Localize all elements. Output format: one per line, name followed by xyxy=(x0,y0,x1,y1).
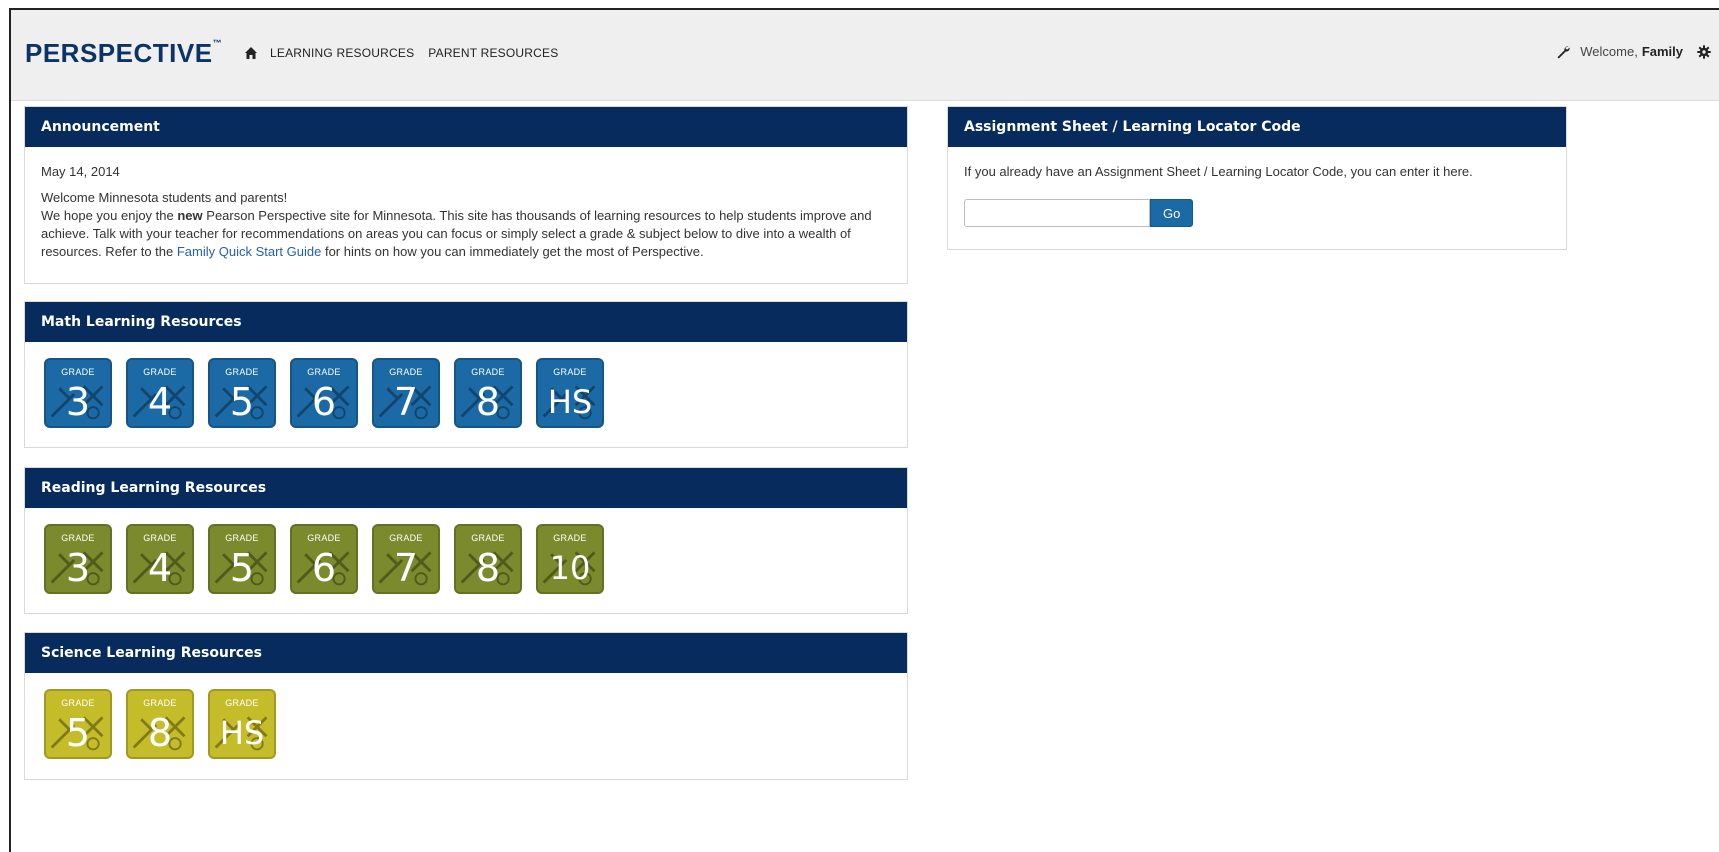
reading-grade-tile[interactable]: GRADE 8 xyxy=(454,524,522,594)
announcement-line-2: We hope you enjoy the new Pearson Perspe… xyxy=(41,207,891,261)
reading-tile-grade-number: 3 xyxy=(65,546,91,590)
reading-grade-tile[interactable]: GRADE 5 xyxy=(208,524,276,594)
science-tile-grade-number: HS xyxy=(219,714,265,752)
math-tile-grade-label: GRADE xyxy=(307,367,341,377)
science-grade-tiles: GRADE 5 GRADE 8 GRADE HS xyxy=(25,673,907,759)
reading-grade-tile[interactable]: GRADE 6 xyxy=(290,524,358,594)
math-resources-panel: Math Learning Resources GRADE 3 GRADE 4 GRAD… xyxy=(24,301,908,448)
announcement-text-part: We hope you enjoy the xyxy=(41,208,178,223)
math-grade-tile[interactable]: GRADE 5 xyxy=(208,358,276,428)
main-nav: LEARNING RESOURCES PARENT RESOURCES xyxy=(244,46,572,60)
science-tile-grade-label: GRADE xyxy=(61,698,95,708)
nav-learning-resources[interactable]: LEARNING RESOURCES xyxy=(270,46,414,60)
reading-grade-tile[interactable]: GRADE 7 xyxy=(372,524,440,594)
reading-tile-grade-label: GRADE xyxy=(389,533,423,543)
reading-grade-tiles: GRADE 3 GRADE 4 GRADE 5 GRADE 6 GRADE 7 GRADE 8 GRAD… xyxy=(25,508,907,594)
reading-tile-grade-label: GRADE xyxy=(143,533,177,543)
math-grade-tile[interactable]: GRADE 7 xyxy=(372,358,440,428)
reading-tile-grade-label: GRADE xyxy=(225,533,259,543)
reading-resources-panel: Reading Learning Resources GRADE 3 GRADE 4 G… xyxy=(24,467,908,614)
math-tile-grade-label: GRADE xyxy=(225,367,259,377)
science-tile-grade-label: GRADE xyxy=(225,698,259,708)
announcement-new-bold: new xyxy=(177,208,203,223)
announcement-title: Announcement xyxy=(25,107,907,147)
math-tile-grade-number: 5 xyxy=(229,380,255,424)
welcome-text: Welcome, xyxy=(1580,44,1638,59)
math-grade-tile[interactable]: GRADE HS xyxy=(536,358,604,428)
reading-resources-title: Reading Learning Resources xyxy=(25,468,907,508)
assignment-code-title: Assignment Sheet / Learning Locator Code xyxy=(948,107,1566,147)
science-tile-grade-label: GRADE xyxy=(143,698,177,708)
reading-grade-tile[interactable]: GRADE 10 xyxy=(536,524,604,594)
math-tile-grade-label: GRADE xyxy=(61,367,95,377)
math-grade-tiles: GRADE 3 GRADE 4 GRADE 5 GRADE 6 GRADE 7 GRADE 8 GRAD… xyxy=(25,342,907,428)
math-tile-grade-label: GRADE xyxy=(389,367,423,377)
announcement-text: Welcome Minnesota students and parents! … xyxy=(41,189,891,261)
science-grade-tile[interactable]: GRADE 8 xyxy=(126,689,194,759)
science-tile-grade-number: 5 xyxy=(65,711,91,755)
go-button[interactable]: Go xyxy=(1150,199,1194,227)
assignment-code-panel: Assignment Sheet / Learning Locator Code… xyxy=(947,106,1567,250)
page-frame: PERSPECTIVE™ LEARNING RESOURCES PARENT R… xyxy=(9,8,1719,852)
reading-grade-tile[interactable]: GRADE 4 xyxy=(126,524,194,594)
reading-tile-grade-number: 4 xyxy=(147,546,173,590)
gear-icon[interactable] xyxy=(1697,44,1711,59)
perspective-logo[interactable]: PERSPECTIVE™ xyxy=(25,38,222,69)
wrench-icon[interactable] xyxy=(1556,45,1570,59)
reading-tile-grade-label: GRADE xyxy=(553,533,587,543)
user-box: Welcome, Family xyxy=(1556,44,1711,59)
reading-tile-grade-label: GRADE xyxy=(61,533,95,543)
science-grade-tile[interactable]: GRADE HS xyxy=(208,689,276,759)
math-tile-grade-number: 4 xyxy=(147,380,173,424)
reading-tile-grade-number: 10 xyxy=(549,549,591,587)
top-bar: PERSPECTIVE™ LEARNING RESOURCES PARENT R… xyxy=(11,10,1719,101)
announcement-panel: Announcement May 14, 2014 Welcome Minnes… xyxy=(24,106,908,284)
locator-code-input[interactable] xyxy=(964,199,1150,227)
math-tile-grade-label: GRADE xyxy=(471,367,505,377)
math-grade-tile[interactable]: GRADE 6 xyxy=(290,358,358,428)
reading-tile-grade-number: 8 xyxy=(475,546,501,590)
reading-tile-grade-number: 5 xyxy=(229,546,255,590)
science-tile-grade-number: 8 xyxy=(147,711,173,755)
science-resources-panel: Science Learning Resources GRADE 5 GRADE 8 G… xyxy=(24,632,908,780)
announcement-date: May 14, 2014 xyxy=(41,164,120,179)
user-name[interactable]: Family xyxy=(1642,44,1683,59)
announcement-line-1: Welcome Minnesota students and parents! xyxy=(41,190,288,205)
nav-parent-resources[interactable]: PARENT RESOURCES xyxy=(428,46,558,60)
math-grade-tile[interactable]: GRADE 4 xyxy=(126,358,194,428)
math-tile-grade-label: GRADE xyxy=(553,367,587,377)
logo-trademark: ™ xyxy=(212,38,223,48)
reading-tile-grade-number: 7 xyxy=(393,546,419,590)
math-tile-grade-number: 3 xyxy=(65,380,91,424)
math-tile-grade-label: GRADE xyxy=(143,367,177,377)
science-resources-title: Science Learning Resources xyxy=(25,633,907,673)
math-resources-title: Math Learning Resources xyxy=(25,302,907,342)
math-grade-tile[interactable]: GRADE 8 xyxy=(454,358,522,428)
math-grade-tile[interactable]: GRADE 3 xyxy=(44,358,112,428)
math-tile-grade-number: 7 xyxy=(393,380,419,424)
assignment-code-form: Go xyxy=(964,199,1550,227)
reading-tile-grade-label: GRADE xyxy=(307,533,341,543)
assignment-code-intro: If you already have an Assignment Sheet … xyxy=(964,164,1473,179)
reading-tile-grade-label: GRADE xyxy=(471,533,505,543)
math-tile-grade-number: HS xyxy=(547,383,593,421)
logo-text: PERSPECTIVE xyxy=(25,38,213,68)
math-tile-grade-number: 8 xyxy=(475,380,501,424)
home-icon[interactable] xyxy=(244,46,258,60)
reading-grade-tile[interactable]: GRADE 3 xyxy=(44,524,112,594)
science-grade-tile[interactable]: GRADE 5 xyxy=(44,689,112,759)
reading-tile-grade-number: 6 xyxy=(311,546,337,590)
math-tile-grade-number: 6 xyxy=(311,380,337,424)
announcement-text-part: for hints on how you can immediately get… xyxy=(321,244,704,259)
family-quick-start-guide-link[interactable]: Family Quick Start Guide xyxy=(177,244,322,259)
